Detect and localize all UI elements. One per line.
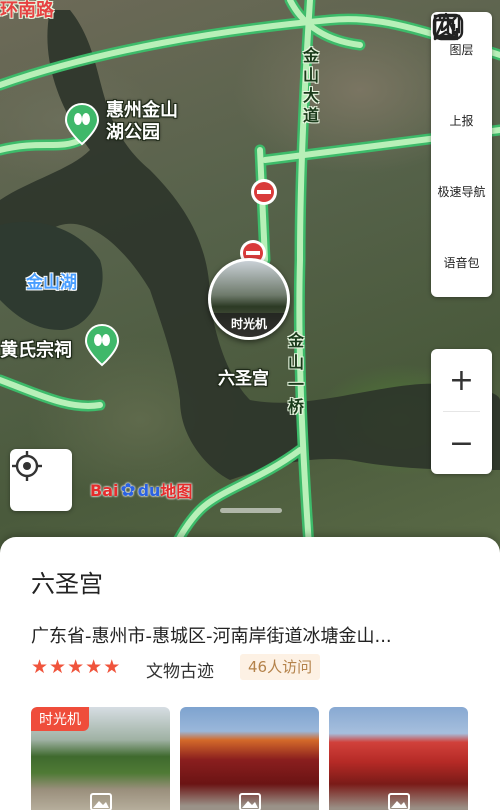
image-icon xyxy=(387,793,410,810)
no-entry-marker[interactable] xyxy=(251,179,277,205)
visits-badge: 46人访问 xyxy=(240,654,321,680)
road-label-jinshan-bridge: 金山一桥 xyxy=(288,331,305,416)
layers-label: 图层 xyxy=(449,43,474,57)
logo-text-bai: Bai xyxy=(90,480,119,500)
ancestral-hall-label[interactable]: 黄氏宗祠 xyxy=(0,336,72,362)
zoom-out-button[interactable]: − xyxy=(431,412,492,474)
logo-text-map: 地图 xyxy=(160,482,193,501)
star-icon: ★ xyxy=(103,656,121,678)
voice-pack-icon xyxy=(432,13,464,41)
voice-pack-label: 语音包 xyxy=(443,256,480,270)
place-detail-sheet[interactable]: 六圣宫 广东省-惠州市-惠城区-河南岸街道冰塘金山... ★ ★ ★ ★ ★ 文… xyxy=(0,508,500,810)
photo-thumbnail[interactable] xyxy=(180,707,319,810)
park-poi-icon[interactable] xyxy=(64,102,100,146)
photo-strip[interactable]: 时光机 xyxy=(31,707,500,810)
map-view[interactable]: 环南路 金山大道 金山一桥 惠州金山 湖公园 金山湖 黄氏宗祠 时光机 六圣宫 … xyxy=(0,0,500,560)
report-button[interactable]: 上报 xyxy=(431,14,492,154)
map-toolbar: 图层 上报 极速导航 语音包 xyxy=(431,12,492,297)
zoom-in-button[interactable]: + xyxy=(431,349,492,411)
lake-label[interactable]: 金山湖 xyxy=(26,268,77,293)
time-machine-photo: 时光机 xyxy=(211,261,287,337)
star-icon: ★ xyxy=(85,656,103,678)
baidu-logo: Bai ✿ du 地图 xyxy=(90,478,192,502)
road-label-jinshan-avenue: 金山大道 xyxy=(303,46,320,125)
ancestral-hall-poi-icon[interactable] xyxy=(84,323,120,367)
place-title: 六圣宫 xyxy=(31,570,103,598)
time-machine-tag: 时光机 xyxy=(31,707,89,731)
temple-label[interactable]: 六圣宫 xyxy=(218,364,269,389)
paw-icon: ✿ xyxy=(120,479,136,501)
time-machine-label: 时光机 xyxy=(211,313,287,337)
report-label: 上报 xyxy=(449,114,474,128)
fast-navigation-label: 极速导航 xyxy=(437,185,486,199)
zoom-control: + − xyxy=(431,349,492,474)
image-icon xyxy=(238,793,261,810)
place-category: 文物古迹 xyxy=(146,662,214,682)
star-icon: ★ xyxy=(49,656,67,678)
sheet-drag-handle[interactable] xyxy=(220,508,282,513)
park-label[interactable]: 惠州金山 湖公园 xyxy=(106,100,178,144)
star-icon: ★ xyxy=(31,656,49,678)
locate-button[interactable] xyxy=(10,449,72,511)
logo-text-du: du xyxy=(137,480,161,500)
photo-thumbnail[interactable]: 时光机 xyxy=(31,707,170,810)
image-icon xyxy=(89,793,112,810)
locate-icon xyxy=(12,451,42,481)
time-machine-bubble[interactable]: 时光机 xyxy=(208,258,290,340)
star-icon: ★ xyxy=(67,656,85,678)
place-address: 广东省-惠州市-惠城区-河南岸街道冰塘金山... xyxy=(31,626,392,647)
voice-pack-button[interactable]: 语音包 xyxy=(431,13,492,296)
photo-thumbnail[interactable] xyxy=(329,707,468,810)
road-label-huannan: 环南路 xyxy=(0,0,54,21)
fast-navigation-button[interactable]: 极速导航 xyxy=(431,12,492,225)
rating-stars: ★ ★ ★ ★ ★ xyxy=(31,655,120,679)
